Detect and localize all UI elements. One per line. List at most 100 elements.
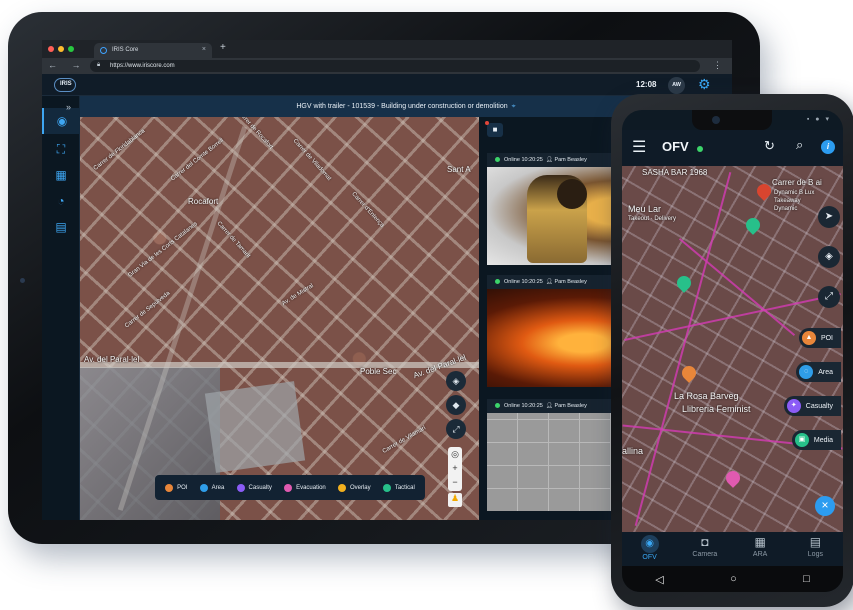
map-label: Meu Lar: [628, 204, 662, 214]
map-marker-icon[interactable]: [754, 181, 774, 201]
media-icon: ▣: [794, 433, 809, 447]
expand-map-button[interactable]: ⤢: [818, 286, 840, 308]
zoom-in-button[interactable]: +: [448, 461, 462, 475]
home-icon[interactable]: ○: [730, 573, 737, 585]
map-label: allina: [622, 446, 644, 456]
map-label: Gran Via de les Corts Catalanes: [127, 221, 199, 279]
table-icon: ▦: [55, 168, 67, 182]
online-icon: [495, 403, 500, 408]
feed-time: 10:20:25: [521, 157, 543, 163]
search-icon[interactable]: ⌕: [796, 137, 803, 153]
layers-button[interactable]: ◈: [446, 371, 466, 391]
tab-close-icon[interactable]: ×: [202, 46, 206, 53]
bottom-nav: ◉ OFV ◘ Camera ▦ ARA ▤ Logs: [622, 532, 843, 566]
info-icon[interactable]: i: [821, 140, 835, 154]
phone-map[interactable]: SASHA BAR 1968 Carrer de B ai Dynamic B …: [622, 166, 843, 532]
map-label: Poble Sec: [360, 367, 397, 376]
stack-icon: ◆: [452, 400, 460, 410]
add-casualty-button[interactable]: ✦ Casualty: [783, 396, 841, 416]
minimize-window-button[interactable]: [58, 46, 64, 52]
action-label: Casualty: [805, 402, 833, 410]
map-marker-icon[interactable]: [679, 363, 699, 383]
device-mockup: IRIS Core × + ← → C 🔒︎ https://www.irisc…: [0, 0, 853, 610]
feed-user: Pam Beasley: [554, 403, 587, 409]
phone: ▪ ● ▾ ☰ OFV ↻ ⌕ i SASHA BAR 1968 Carrer …: [611, 94, 853, 607]
layers-button[interactable]: ◈: [818, 246, 840, 268]
sidebar-item-hierarchy[interactable]: ⛶: [42, 136, 80, 162]
globe-icon: ◉: [56, 114, 68, 128]
map-view[interactable]: Rocafort Av. del Paral·lel Poble Sec Av.…: [80, 117, 479, 520]
refresh-icon[interactable]: ↻: [764, 138, 775, 154]
legend-overlay[interactable]: Overlay: [337, 483, 371, 492]
action-label: POI: [820, 334, 833, 342]
map-label: Carrer de Viladomat: [291, 138, 332, 182]
nav-ara[interactable]: ▦ ARA: [733, 532, 788, 566]
add-media-button[interactable]: ▣ Media: [791, 430, 841, 450]
legend-poi[interactable]: POI: [165, 483, 187, 492]
recent-apps-icon[interactable]: □: [803, 573, 810, 585]
legend-area[interactable]: Area: [199, 483, 224, 492]
maximize-window-button[interactable]: [68, 46, 74, 52]
add-poi-button[interactable]: ▲ POI: [798, 328, 841, 348]
nav-camera[interactable]: ◘ Camera: [677, 532, 732, 566]
sidebar-item-report[interactable]: ▤: [42, 214, 80, 240]
video-camera-button[interactable]: ■: [485, 121, 503, 137]
iris-favicon-icon: [100, 47, 107, 54]
gear-icon[interactable]: ⚙: [698, 76, 711, 93]
pegman-icon[interactable]: ♟: [448, 493, 462, 507]
video-camera-icon: ■: [492, 125, 498, 134]
add-area-button[interactable]: ◌ Area: [796, 362, 841, 382]
back-icon[interactable]: ◁: [655, 573, 663, 586]
close-actions-button[interactable]: ×: [815, 496, 835, 516]
expand-icon: ⤢: [825, 291, 833, 302]
tactical-icon: [382, 483, 391, 492]
new-tab-button[interactable]: +: [220, 42, 226, 53]
browser-menu-icon[interactable]: ⋮: [713, 60, 722, 71]
clock: 12:08: [636, 80, 657, 89]
user-avatar[interactable]: AW: [668, 77, 685, 94]
map-label: Dynamic B Lux: [774, 190, 815, 196]
expand-map-button[interactable]: ⤢: [446, 419, 466, 439]
map-label: Takeout · Delivery: [628, 216, 677, 222]
map-marker-icon[interactable]: [723, 468, 743, 488]
map-label: Carrer de Floridablanca: [92, 128, 147, 172]
sidebar-item-timer[interactable]: ◔: [42, 188, 80, 214]
browser-tab[interactable]: IRIS Core ×: [94, 43, 212, 58]
address-bar[interactable]: 🔒︎ https://www.iriscore.com: [90, 60, 700, 72]
action-label: Media: [813, 436, 833, 444]
sidebar-item-table[interactable]: ▦: [42, 162, 80, 188]
expand-icon: ⤢: [452, 424, 460, 434]
stack-button[interactable]: ◆: [446, 395, 466, 415]
map-label: Carrer d'Entença: [350, 191, 385, 229]
online-icon: [495, 157, 500, 162]
legend-evacuation[interactable]: Evacuation: [284, 483, 326, 492]
legend-label: Overlay: [349, 484, 371, 491]
map-legend: POI Area Casualty Evacuation Overlay Tac…: [155, 475, 425, 500]
map-marker-icon[interactable]: [674, 273, 694, 293]
map-avenue: [80, 362, 479, 368]
map-marker-icon[interactable]: [743, 215, 763, 235]
nav-ofv[interactable]: ◉ OFV: [622, 532, 677, 566]
expand-sidebar-icon[interactable]: »: [66, 102, 71, 112]
casualty-icon: [236, 483, 245, 492]
close-window-button[interactable]: [48, 46, 54, 52]
hamburger-menu-icon[interactable]: ☰: [632, 137, 646, 157]
recording-indicator: [485, 121, 489, 125]
online-icon: [495, 279, 500, 284]
navigate-icon: ➤: [824, 211, 834, 222]
tablet-camera: [20, 278, 25, 283]
camera-icon: ◘: [701, 535, 709, 549]
location-pin-icon[interactable]: ⌖: [512, 103, 516, 110]
legend-casualty[interactable]: Casualty: [236, 483, 272, 492]
locate-icon[interactable]: ◎: [448, 447, 462, 461]
navigate-button[interactable]: ➤: [818, 206, 840, 228]
nav-logs[interactable]: ▤ Logs: [788, 532, 843, 566]
area-icon: [199, 483, 208, 492]
overlay-icon: [337, 483, 346, 492]
layers-icon: ◈: [452, 376, 460, 386]
map-label: Dynamic: [774, 206, 798, 212]
sidebar-item-map[interactable]: ◉: [42, 108, 80, 134]
close-icon: ×: [821, 498, 829, 512]
zoom-out-button[interactable]: −: [448, 475, 462, 489]
legend-tactical[interactable]: Tactical: [382, 483, 415, 492]
